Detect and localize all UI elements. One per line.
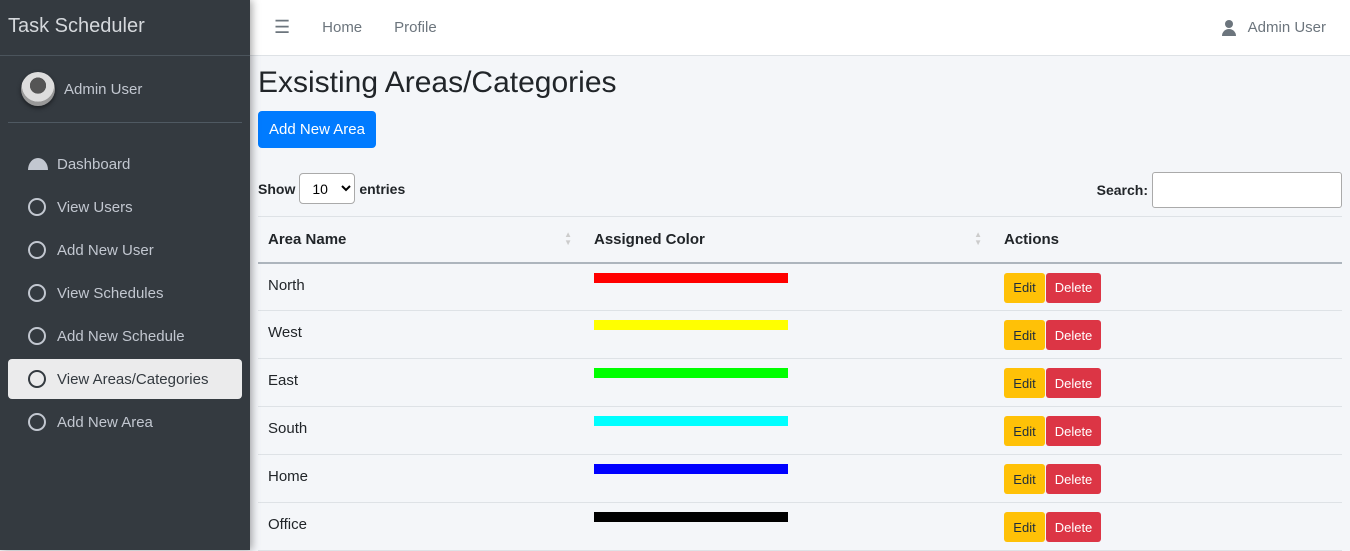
brand-title[interactable]: Task Scheduler <box>0 0 250 56</box>
color-swatch <box>594 320 788 330</box>
circle-icon <box>28 327 46 345</box>
sidebar-item-add-new-schedule[interactable]: Add New Schedule <box>8 316 242 356</box>
sidebar-item-dashboard[interactable]: Dashboard <box>8 144 242 184</box>
sidebar-item-label: View Users <box>57 198 133 216</box>
sort-icon: ▲ ▼ <box>564 230 572 247</box>
area-name: South <box>258 406 584 455</box>
nav-profile-link[interactable]: Profile <box>394 19 437 36</box>
sidebar-item-view-schedules[interactable]: View Schedules <box>8 273 242 313</box>
color-swatch <box>594 368 788 378</box>
delete-button[interactable]: Delete <box>1046 320 1101 350</box>
actions-cell: Edit Delete <box>994 262 1342 311</box>
dashboard-icon <box>28 158 48 170</box>
user-name: Admin User <box>64 80 143 98</box>
actions-cell: Edit Delete <box>994 454 1342 503</box>
user-panel[interactable]: Admin User <box>8 56 242 123</box>
assigned-color-cell <box>584 358 994 407</box>
sidebar-item-view-areas-categories[interactable]: View Areas/Categories <box>8 359 242 399</box>
sidebar-nav: Dashboard View Users Add New User View Sche… <box>0 144 250 442</box>
sidebar-item-label: View Schedules <box>57 284 164 302</box>
area-name: East <box>258 358 584 407</box>
actions-cell: Edit Delete <box>994 310 1342 359</box>
avatar <box>21 72 55 106</box>
delete-button[interactable]: Delete <box>1046 416 1101 446</box>
nav-home-link[interactable]: Home <box>322 19 362 36</box>
delete-button[interactable]: Delete <box>1046 272 1101 303</box>
assigned-color-cell <box>584 502 994 551</box>
show-label: Show <box>258 180 296 197</box>
page-length-select[interactable]: 10 <box>299 173 356 204</box>
edit-button[interactable]: Edit <box>1004 416 1045 446</box>
circle-icon <box>28 198 46 216</box>
color-swatch <box>594 272 788 283</box>
sidebar-item-label: Add New Schedule <box>57 327 185 345</box>
edit-button[interactable]: Edit <box>1004 464 1045 494</box>
areas-table: Area Name ▲ ▼ Assigned Color ▲ ▼ Actions Nor… <box>258 216 1342 551</box>
add-new-area-button[interactable]: Add New Area <box>258 111 376 148</box>
edit-button[interactable]: Edit <box>1004 368 1045 398</box>
assigned-color-cell <box>584 310 994 359</box>
menu-icon[interactable]: ☰ <box>274 17 290 38</box>
sort-icon: ▲ ▼ <box>974 230 982 247</box>
page-length-control: Show 10 entries <box>258 173 405 204</box>
edit-button[interactable]: Edit <box>1004 512 1045 542</box>
area-name: Office <box>258 502 584 551</box>
sidebar-item-label: Add New User <box>57 241 154 259</box>
page-title: Exsisting Areas/Categories <box>258 66 617 99</box>
user-menu[interactable]: Admin User <box>1221 19 1326 36</box>
sidebar-item-add-new-area[interactable]: Add New Area <box>8 402 242 442</box>
color-swatch <box>594 416 788 426</box>
entries-label: entries <box>359 180 406 197</box>
area-name: West <box>258 310 584 359</box>
sidebar-item-view-users[interactable]: View Users <box>8 187 242 227</box>
sidebar-item-add-new-user[interactable]: Add New User <box>8 230 242 270</box>
delete-button[interactable]: Delete <box>1046 512 1101 542</box>
edit-button[interactable]: Edit <box>1004 272 1045 303</box>
assigned-color-cell <box>584 454 994 503</box>
top-navbar: ☰ Home Profile Admin User <box>250 0 1350 56</box>
color-swatch <box>594 512 788 522</box>
header-area-name[interactable]: Area Name ▲ ▼ <box>258 216 584 264</box>
table-row: Office Edit Delete <box>258 502 1342 551</box>
table-row: North Edit Delete <box>258 262 1342 311</box>
actions-cell: Edit Delete <box>994 502 1342 551</box>
color-swatch <box>594 464 788 474</box>
user-icon <box>1221 19 1236 36</box>
sidebar-item-label: Dashboard <box>57 155 131 173</box>
table-row: South Edit Delete <box>258 406 1342 455</box>
table-row: West Edit Delete <box>258 310 1342 359</box>
circle-icon <box>28 413 46 431</box>
area-name: North <box>258 262 584 311</box>
sidebar: Task Scheduler Admin User Dashboard View … <box>0 0 250 550</box>
table-row: Home Edit Delete <box>258 454 1342 503</box>
actions-cell: Edit Delete <box>994 406 1342 455</box>
circle-icon <box>28 370 46 388</box>
user-menu-label: Admin User <box>1247 19 1326 36</box>
actions-cell: Edit Delete <box>994 358 1342 407</box>
assigned-color-cell <box>584 262 994 311</box>
header-actions: Actions <box>994 216 1342 264</box>
area-name: Home <box>258 454 584 503</box>
header-assigned-color[interactable]: Assigned Color ▲ ▼ <box>584 216 994 264</box>
search-input[interactable] <box>1152 172 1342 208</box>
delete-button[interactable]: Delete <box>1046 464 1101 494</box>
edit-button[interactable]: Edit <box>1004 320 1045 350</box>
search-label: Search: <box>1096 182 1148 198</box>
table-row: East Edit Delete <box>258 358 1342 407</box>
sidebar-item-label: Add New Area <box>57 413 153 431</box>
circle-icon <box>28 241 46 259</box>
circle-icon <box>28 284 46 302</box>
delete-button[interactable]: Delete <box>1046 368 1101 398</box>
assigned-color-cell <box>584 406 994 455</box>
sidebar-item-label: View Areas/Categories <box>57 370 209 388</box>
search-control: Search: <box>1097 172 1342 208</box>
